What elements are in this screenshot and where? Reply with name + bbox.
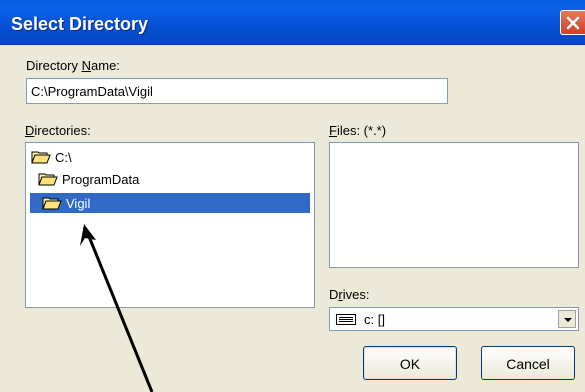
annotation-arrow (80, 224, 154, 392)
